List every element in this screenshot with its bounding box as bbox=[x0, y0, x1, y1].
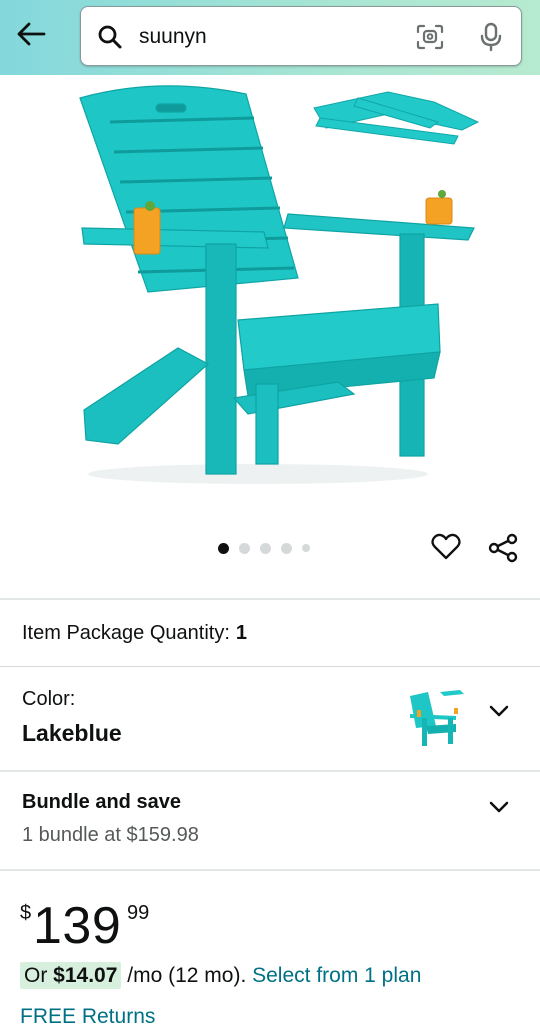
installment-term: /mo (12 mo). bbox=[127, 964, 247, 987]
pagination-dot[interactable] bbox=[302, 544, 310, 552]
installment-amount: $14.07 bbox=[53, 964, 118, 987]
back-button[interactable] bbox=[8, 14, 54, 54]
pagination-dot[interactable] bbox=[239, 542, 250, 554]
search-icon bbox=[98, 25, 122, 49]
pagination-dot[interactable] bbox=[281, 542, 292, 554]
search-input[interactable]: suunyn bbox=[80, 6, 522, 66]
folded-chair-thumbnail bbox=[313, 91, 480, 145]
chevron-down-icon[interactable] bbox=[488, 799, 510, 815]
item-package-quantity: Item Package Quantity: 1 bbox=[22, 622, 247, 645]
back-arrow-icon bbox=[17, 22, 46, 46]
top-bar: suunyn bbox=[0, 0, 540, 75]
section-divider bbox=[0, 869, 540, 871]
installment-offer: Or $14.07 /mo (12 mo). Select from 1 pla… bbox=[20, 962, 421, 989]
section-divider bbox=[0, 770, 540, 772]
drink-glass-right bbox=[425, 190, 453, 225]
color-label: Color: bbox=[22, 688, 76, 710]
quantity-value: 1 bbox=[235, 622, 248, 644]
share-icon[interactable] bbox=[487, 533, 519, 563]
color-value: Lakeblue bbox=[22, 720, 122, 746]
image-pagination[interactable] bbox=[218, 541, 310, 555]
price-fraction: 99 bbox=[127, 902, 150, 924]
installment-highlight: Or $14.07 bbox=[20, 962, 122, 989]
quantity-label: Item Package Quantity: bbox=[22, 622, 230, 644]
section-divider bbox=[0, 666, 540, 667]
camera-lens-icon[interactable] bbox=[415, 23, 445, 51]
pagination-dot[interactable] bbox=[218, 542, 229, 554]
bundle-subtitle: 1 bundle at $159.98 bbox=[22, 824, 199, 846]
color-swatch-thumbnail[interactable] bbox=[404, 686, 466, 748]
free-returns-link[interactable]: FREE Returns bbox=[20, 1005, 155, 1029]
chair-back bbox=[79, 85, 299, 293]
product-image[interactable] bbox=[58, 78, 482, 490]
installment-prefix: Or bbox=[24, 964, 48, 987]
microphone-icon[interactable] bbox=[479, 22, 503, 52]
heart-icon[interactable] bbox=[430, 531, 462, 563]
price-currency-symbol: $ bbox=[20, 902, 32, 924]
drink-glass-left bbox=[133, 201, 161, 255]
select-plan-link[interactable]: Select from 1 plan bbox=[252, 964, 421, 987]
section-divider bbox=[0, 598, 540, 600]
bundle-title: Bundle and save bbox=[22, 791, 181, 813]
search-query[interactable]: suunyn bbox=[139, 25, 207, 49]
pagination-dot[interactable] bbox=[260, 542, 271, 554]
price-whole: 139 bbox=[33, 897, 122, 955]
chevron-down-icon[interactable] bbox=[488, 703, 510, 719]
